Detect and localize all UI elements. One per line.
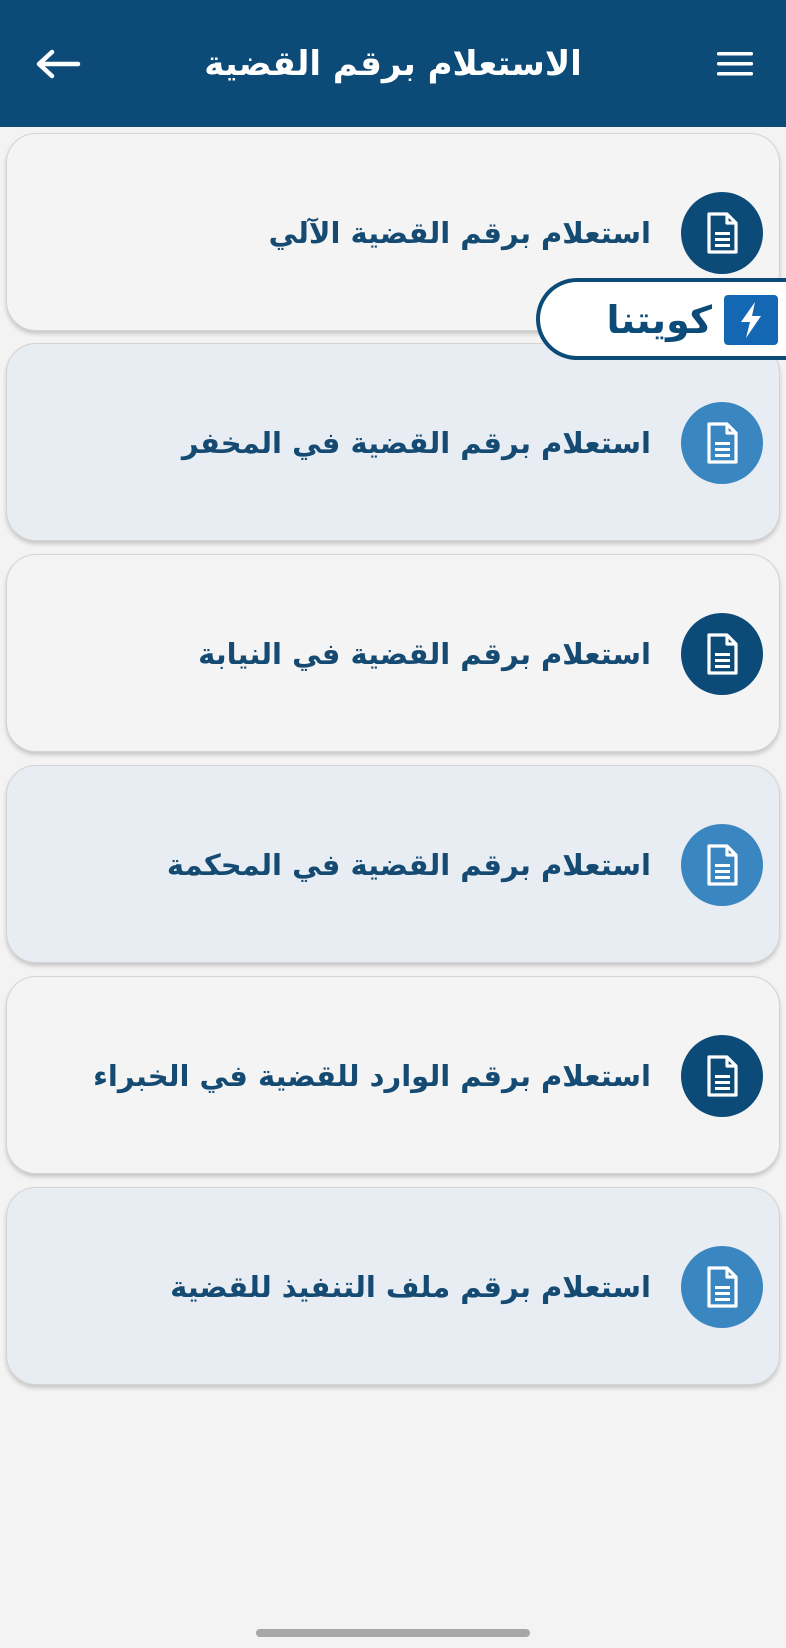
inquiry-card-label: استعلام برقم القضية في المحكمة xyxy=(166,848,651,882)
document-icon xyxy=(681,192,763,274)
inquiry-card-label: استعلام برقم ملف التنفيذ للقضية xyxy=(170,1270,651,1304)
arrow-left-icon xyxy=(36,49,81,79)
lightning-logo-icon xyxy=(724,295,778,345)
inquiry-card-police-station[interactable]: استعلام برقم القضية في المخفر xyxy=(6,343,780,541)
site-watermark: كويتنا xyxy=(536,278,786,360)
watermark-text: كويتنا xyxy=(606,298,712,342)
page-title: الاستعلام برقم القضية xyxy=(204,44,582,84)
inquiry-card-label: استعلام برقم الوارد للقضية في الخبراء xyxy=(93,1059,651,1093)
menu-button[interactable] xyxy=(712,44,758,84)
document-icon xyxy=(681,1035,763,1117)
document-icon xyxy=(681,402,763,484)
home-indicator[interactable] xyxy=(256,1629,530,1637)
inquiry-card-label: استعلام برقم القضية في النيابة xyxy=(198,637,651,671)
inquiry-card-execution-file[interactable]: استعلام برقم ملف التنفيذ للقضية xyxy=(6,1187,780,1385)
document-icon xyxy=(681,824,763,906)
document-icon xyxy=(681,1246,763,1328)
hamburger-menu-icon xyxy=(717,52,753,76)
inquiry-card-label: استعلام برقم القضية في المخفر xyxy=(181,426,651,460)
inquiry-card-label: استعلام برقم القضية الآلي xyxy=(268,216,651,250)
inquiry-card-court[interactable]: استعلام برقم القضية في المحكمة xyxy=(6,765,780,963)
document-icon xyxy=(681,613,763,695)
inquiry-card-prosecution[interactable]: استعلام برقم القضية في النيابة xyxy=(6,554,780,752)
inquiry-card-experts[interactable]: استعلام برقم الوارد للقضية في الخبراء xyxy=(6,976,780,1174)
back-button[interactable] xyxy=(30,42,86,86)
app-header: الاستعلام برقم القضية xyxy=(0,0,786,127)
